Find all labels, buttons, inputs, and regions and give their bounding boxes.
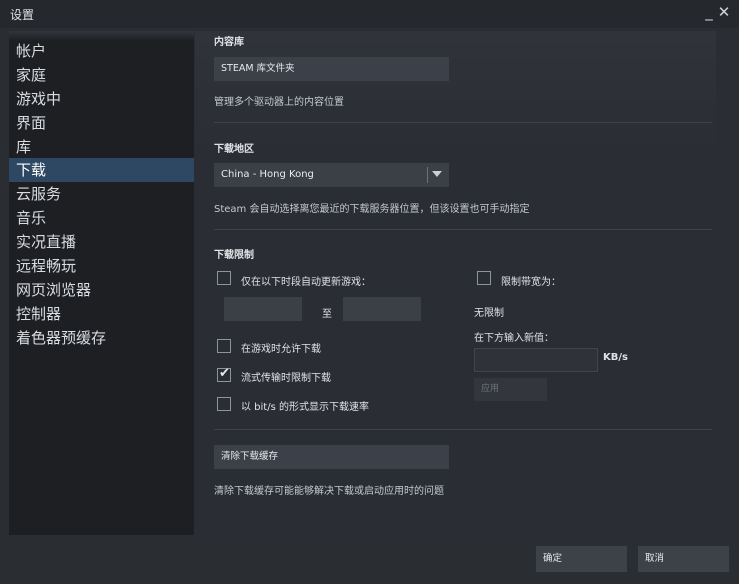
select-separator bbox=[427, 167, 428, 183]
sidebar-item-music[interactable]: 音乐 bbox=[9, 206, 194, 230]
enter-new-value-label: 在下方输入新值： bbox=[474, 333, 554, 344]
content-library-heading: 内容库 bbox=[214, 37, 244, 48]
sidebar-item-cloud[interactable]: 云服务 bbox=[9, 182, 194, 206]
allow-ingame-label: 在游戏时允许下载 bbox=[241, 344, 321, 355]
sidebar-item-library[interactable]: 库 bbox=[9, 135, 194, 159]
clear-download-cache-button[interactable]: 清除下载缓存 bbox=[214, 445, 449, 469]
checkmark-icon: ✔ bbox=[219, 366, 230, 381]
download-region-heading: 下载地区 bbox=[214, 144, 254, 155]
schedule-start-input[interactable] bbox=[224, 297, 302, 321]
settings-sidebar: 帐户 家庭 游戏中 界面 库 下载 云服务 音乐 实况直播 远程畅玩 网页浏览器… bbox=[9, 31, 194, 535]
schedule-end-input[interactable] bbox=[343, 297, 421, 321]
bandwidth-limit-label: 限制带宽为： bbox=[501, 277, 561, 288]
chevron-down-icon[interactable] bbox=[432, 171, 442, 177]
schedule-label: 仅在以下时段自动更新游戏： bbox=[241, 277, 371, 288]
clear-cache-description: 清除下载缓存可能能够解决下载或启动应用时的问题 bbox=[214, 486, 444, 497]
current-limit-value: 无限制 bbox=[474, 308, 504, 319]
sidebar-item-web-browser[interactable]: 网页浏览器 bbox=[9, 278, 194, 302]
sidebar-item-remote-play[interactable]: 远程畅玩 bbox=[9, 254, 194, 278]
cancel-button[interactable]: 取消 bbox=[638, 546, 729, 572]
schedule-to-label: 至 bbox=[322, 309, 332, 320]
section-divider bbox=[214, 122, 712, 123]
bits-display-label: 以 bit/s 的形式显示下载速率 bbox=[241, 402, 369, 413]
bandwidth-input[interactable] bbox=[474, 348, 598, 372]
schedule-checkbox[interactable] bbox=[217, 271, 231, 285]
sidebar-item-in-game[interactable]: 游戏中 bbox=[9, 87, 194, 111]
window-title: 设置 bbox=[10, 8, 35, 22]
close-icon[interactable]: ✕ bbox=[716, 3, 732, 21]
content-library-description: 管理多个驱动器上的内容位置 bbox=[214, 97, 344, 108]
bits-display-checkbox[interactable] bbox=[217, 397, 231, 411]
steam-library-folders-button[interactable]: STEAM 库文件夹 bbox=[214, 57, 449, 81]
sidebar-item-controller[interactable]: 控制器 bbox=[9, 302, 194, 326]
allow-ingame-checkbox[interactable] bbox=[217, 339, 231, 353]
bandwidth-limit-checkbox[interactable] bbox=[477, 271, 491, 285]
throttle-streaming-label: 流式传输时限制下载 bbox=[241, 373, 331, 384]
sidebar-item-interface[interactable]: 界面 bbox=[9, 111, 194, 135]
ok-button[interactable]: 确定 bbox=[536, 546, 627, 572]
sidebar-item-family[interactable]: 家庭 bbox=[9, 63, 194, 87]
sidebar-item-account[interactable]: 帐户 bbox=[9, 39, 194, 63]
download-region-description: Steam 会自动选择离您最近的下载服务器位置，但该设置也可手动指定 bbox=[214, 204, 530, 215]
sidebar-item-downloads[interactable]: 下载 bbox=[9, 158, 194, 182]
sidebar-item-broadcasting[interactable]: 实况直播 bbox=[9, 230, 194, 254]
section-divider bbox=[214, 429, 712, 430]
minimize-icon[interactable]: _ bbox=[701, 3, 717, 21]
bandwidth-unit: KB/s bbox=[603, 352, 628, 363]
content-scrollbar[interactable] bbox=[716, 31, 730, 535]
download-limits-heading: 下载限制 bbox=[214, 250, 254, 261]
throttle-streaming-checkbox[interactable]: ✔ bbox=[217, 366, 231, 382]
section-divider bbox=[214, 229, 712, 230]
title-bar: 设置 _ ✕ bbox=[0, 0, 739, 28]
download-region-select[interactable]: China - Hong Kong bbox=[214, 163, 449, 187]
apply-button[interactable]: 应用 bbox=[474, 378, 547, 401]
sidebar-item-shader-cache[interactable]: 着色器预缓存 bbox=[9, 326, 194, 350]
